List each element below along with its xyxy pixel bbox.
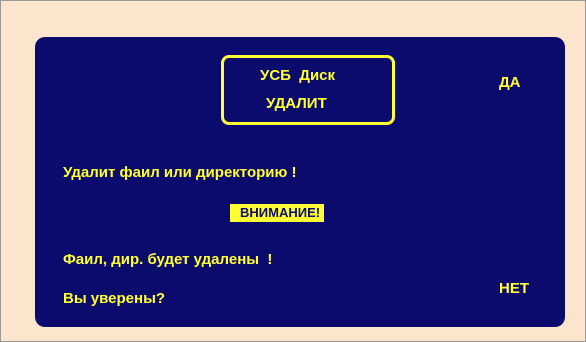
title-line2: УДАЛИТ (266, 95, 327, 112)
message-will-be-deleted: Фаил, дир. будет удалены ! (63, 251, 273, 268)
message-delete-file: Удалит фаил или директорию ! (63, 164, 297, 181)
confirm-question: Вы уверены? (63, 290, 166, 307)
delete-dialog-panel: УСБ Диск УДАЛИТ ДА Удалит фаил или дирек… (35, 37, 565, 327)
warning-badge: ВНИМАНИЕ! (230, 204, 325, 222)
title-line1: УСБ Диск (260, 67, 336, 84)
no-softkey[interactable]: НЕТ (499, 280, 529, 297)
title-box: УСБ Диск УДАЛИТ (221, 55, 395, 125)
yes-softkey[interactable]: ДА (499, 74, 521, 91)
